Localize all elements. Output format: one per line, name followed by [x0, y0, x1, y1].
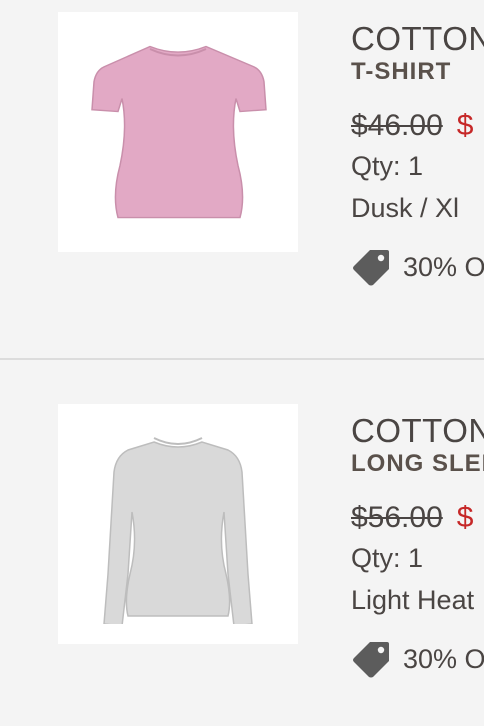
tag-icon [353, 642, 389, 678]
item-details: COTTON T-SHIRT $46.00 $ Qty: 1 Dusk / Xl … [351, 20, 484, 286]
promo-badge: 30% O [351, 248, 484, 286]
item-divider [0, 358, 484, 360]
cart-items-page: COTTON T-SHIRT $46.00 $ Qty: 1 Dusk / Xl … [0, 0, 484, 726]
product-subname[interactable]: LONG SLEE [351, 450, 484, 478]
product-image[interactable] [58, 12, 298, 252]
promo-text: 30% O [403, 644, 484, 674]
product-image[interactable] [58, 404, 298, 644]
sale-price: $ [456, 501, 474, 534]
variant: Dusk / Xl [351, 193, 460, 223]
item-details: COTTON LONG SLEE $56.00 $ Qty: 1 Light He… [351, 412, 484, 678]
cart-item: COTTON T-SHIRT $46.00 $ Qty: 1 Dusk / Xl … [0, 0, 484, 358]
t-shirt-image [91, 45, 267, 219]
price-row: $46.00 $ [351, 108, 484, 144]
variant: Light Heat [351, 585, 475, 615]
product-name[interactable]: COTTON [351, 20, 484, 58]
promo-text: 30% O [403, 252, 484, 282]
price-row: $56.00 $ [351, 500, 484, 536]
cart-item: COTTON LONG SLEE $56.00 $ Qty: 1 Light He… [0, 392, 484, 726]
quantity: Qty: 1 [351, 151, 424, 181]
quantity: Qty: 1 [351, 543, 424, 573]
sale-price: $ [456, 109, 474, 142]
long-sleeve-shirt-image [103, 437, 253, 624]
product-name[interactable]: COTTON [351, 412, 484, 450]
original-price: $46.00 [351, 109, 443, 142]
product-subname[interactable]: T-SHIRT [351, 58, 484, 86]
promo-badge: 30% O [351, 640, 484, 678]
tag-icon [353, 250, 389, 286]
original-price: $56.00 [351, 501, 443, 534]
